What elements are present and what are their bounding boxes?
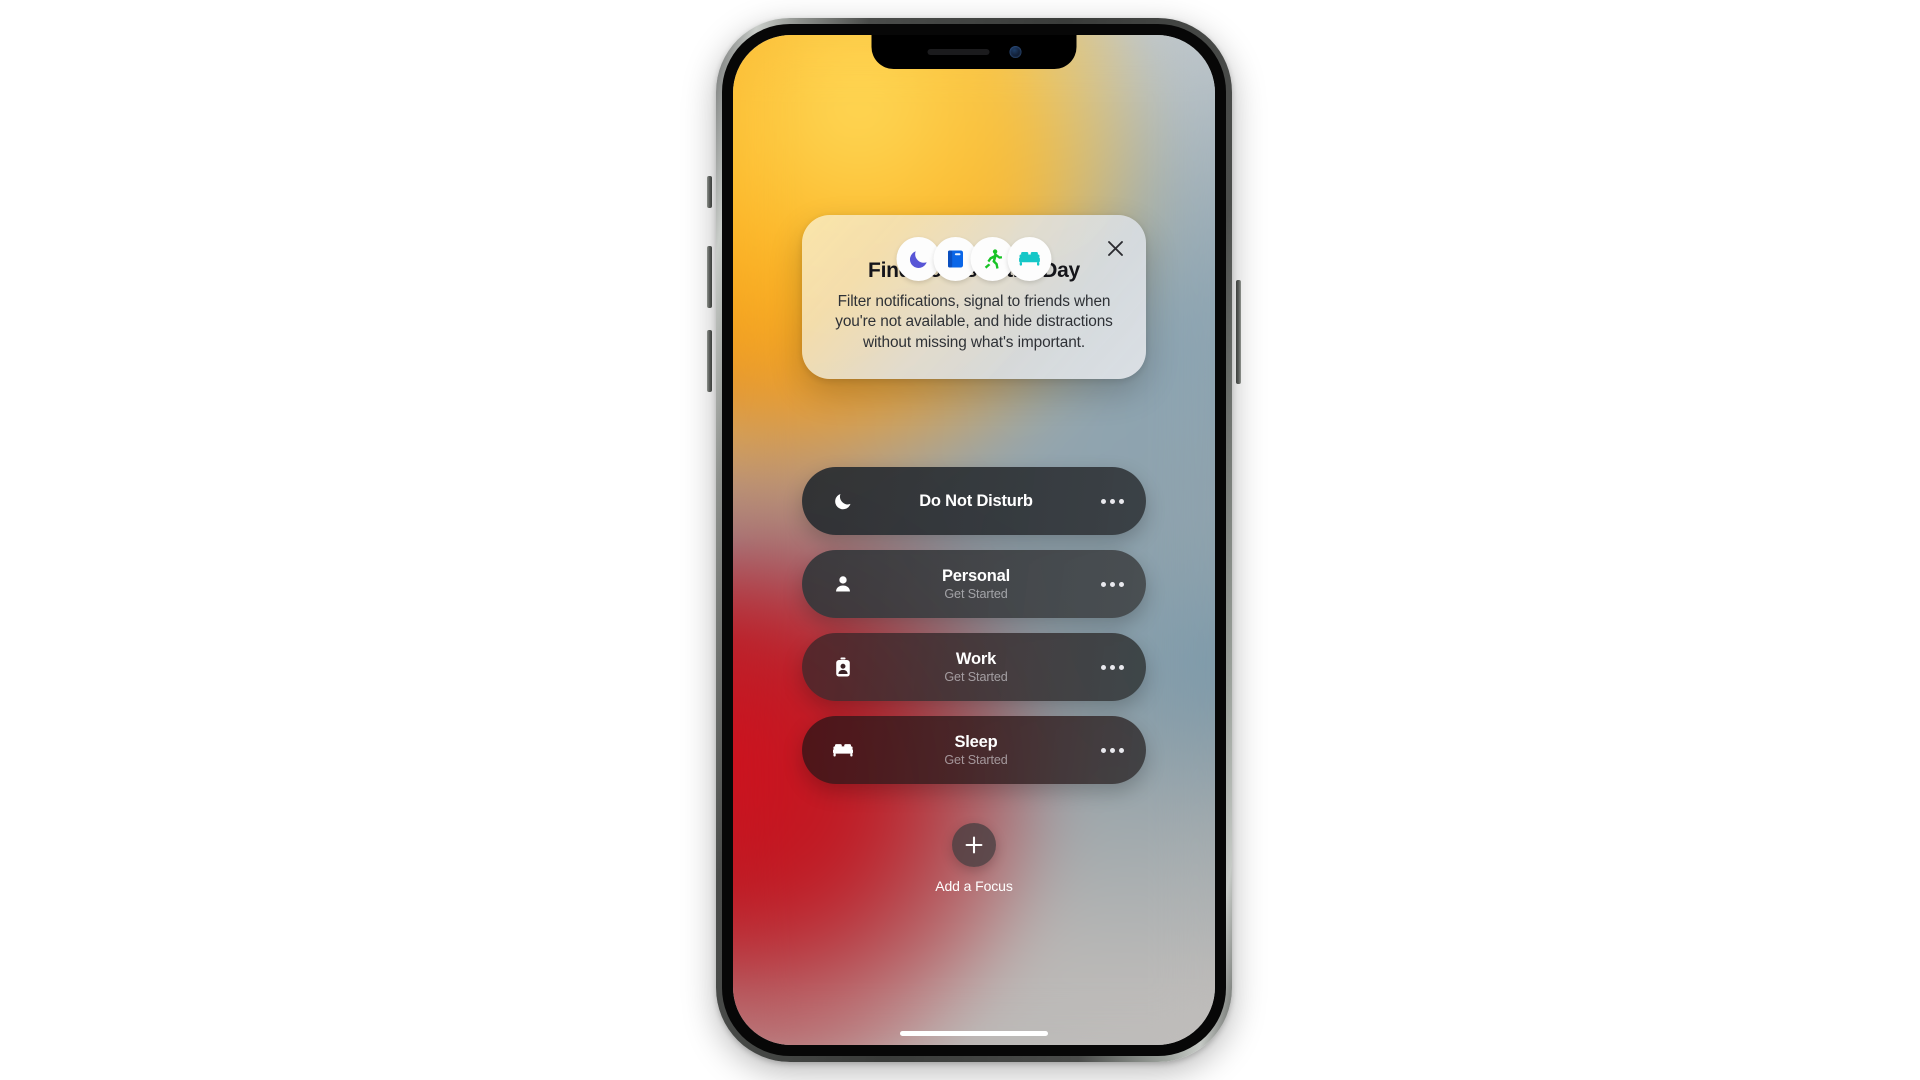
person-icon [826, 573, 860, 595]
volume-up-button[interactable] [707, 246, 712, 308]
more-options-icon[interactable] [1092, 498, 1124, 504]
focus-item-title: Sleep [954, 732, 998, 751]
silent-switch-button[interactable] [707, 176, 712, 208]
screenshot-canvas: Find Focus in the Day Filter notificatio… [0, 0, 1920, 1080]
side-power-button[interactable] [1236, 280, 1241, 384]
focus-card-icon-cluster [896, 237, 1052, 281]
front-camera-icon [1009, 46, 1021, 58]
plus-icon [965, 836, 983, 854]
add-focus-label: Add a Focus [935, 878, 1013, 894]
phone-device-frame: Find Focus in the Day Filter notificatio… [707, 18, 1241, 1062]
focus-item-text: Sleep Get Started [860, 733, 1092, 768]
moon-icon [826, 490, 860, 512]
focus-item-personal[interactable]: Personal Get Started [802, 550, 1146, 618]
close-icon[interactable] [1102, 235, 1128, 261]
focus-item-subtitle: Get Started [944, 670, 1008, 685]
bed-icon [826, 737, 860, 763]
focus-item-sleep[interactable]: Sleep Get Started [802, 716, 1146, 784]
focus-item-text: Do Not Disturb [860, 493, 1092, 510]
focus-item-title: Personal [941, 566, 1011, 585]
home-indicator[interactable] [900, 1031, 1048, 1036]
focus-item-subtitle: Get Started [944, 587, 1008, 602]
focus-onboarding-card: Find Focus in the Day Filter notificatio… [802, 215, 1146, 380]
bed-icon [1007, 237, 1052, 281]
focus-item-work[interactable]: Work Get Started [802, 633, 1146, 701]
focus-item-title: Do Not Disturb [919, 491, 1033, 510]
speaker-grille-icon [927, 49, 989, 55]
more-options-icon[interactable] [1092, 664, 1124, 670]
card-description: Filter notifications, signal to friends … [835, 293, 1113, 351]
phone-notch [871, 35, 1077, 69]
add-focus-button[interactable] [952, 823, 996, 867]
focus-item-do-not-disturb[interactable]: Do Not Disturb [802, 467, 1146, 535]
focus-item-text: Work Get Started [860, 650, 1092, 685]
focus-item-subtitle: Get Started [944, 753, 1008, 768]
focus-item-text: Personal Get Started [860, 567, 1092, 602]
id-badge-icon [826, 656, 860, 678]
more-options-icon[interactable] [1092, 581, 1124, 587]
more-options-icon[interactable] [1092, 747, 1124, 753]
phone-screen: Find Focus in the Day Filter notificatio… [733, 35, 1215, 1045]
add-focus-section: Add a Focus [874, 823, 1074, 894]
volume-down-button[interactable] [707, 330, 712, 392]
focus-item-title: Work [955, 649, 997, 668]
phone-bezel: Find Focus in the Day Filter notificatio… [722, 24, 1226, 1056]
focus-mode-list: Do Not Disturb Personal Get Started Work… [802, 467, 1146, 784]
